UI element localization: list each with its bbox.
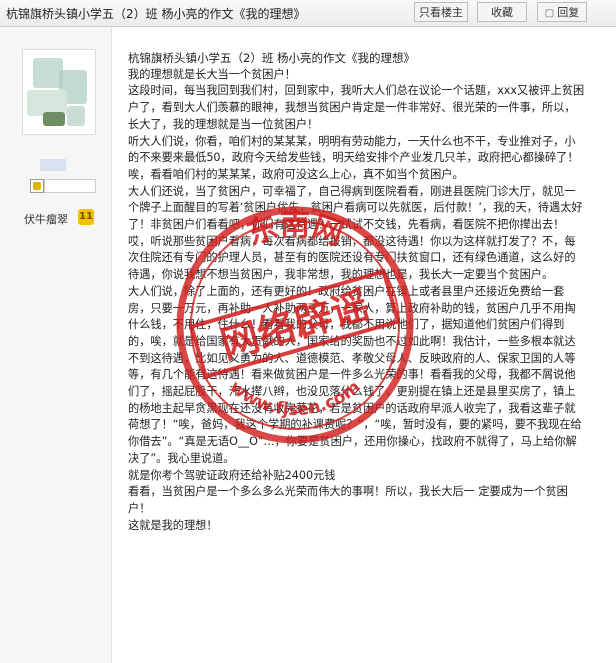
reply-icon: ▢ xyxy=(544,8,555,19)
only-author-button[interactable]: 只看楼主 xyxy=(414,2,468,22)
post-paragraph: 看看，当贫困户是一个多么多么光荣而伟大的事啊！所以，我长大后一 定要成为一个贫困… xyxy=(128,485,568,515)
reply-label: 回复 xyxy=(557,6,580,19)
user-title: 伏牛瘤翠 xyxy=(24,213,68,226)
level-badge: 11 xyxy=(78,209,94,225)
post-paragraph: 大人们还说，当了贫困户，可幸福了，自己得病到医院看看，刚进县医院门诊大厅，就见一… xyxy=(128,184,583,282)
post-content: 杭锦旗桥头镇小学五（2）班 杨小亮的作文《我的理想》 我的理想就是长大当一个贫困… xyxy=(128,50,586,534)
username-blurred[interactable] xyxy=(40,159,66,171)
reply-button[interactable]: ▢ 回复 xyxy=(537,2,587,22)
post-header-bar: 杭锦旗桥头镇小学五（2）班 杨小亮的作文《我的理想》 只看楼主 收藏 ▢ 回复 xyxy=(0,0,616,27)
post-paragraph: 这就是我的理想！ xyxy=(128,518,218,532)
level-bar xyxy=(44,179,96,193)
avatar[interactable] xyxy=(22,49,96,135)
post-paragraph: 大人们说，除了上面的，还有更好的！政府给贫困户在镇上或者县里户还接近免费给一套房… xyxy=(128,284,582,465)
user-sidebar: 伏牛瘤翠 11 xyxy=(0,27,112,663)
post-paragraph: 就是你考个驾驶证政府还给补贴2400元钱 xyxy=(128,468,336,482)
post-paragraph: 我的理想就是长大当一个贫困户！ xyxy=(128,67,296,81)
only-author-label: 只看楼主 xyxy=(419,6,463,19)
post-paragraph: 这段时间，每当我回到我们村，回到家中，我听大人们总在议论一个话题，xxx又被评上… xyxy=(128,84,585,131)
post-subtitle: 杭锦旗桥头镇小学五（2）班 杨小亮的作文《我的理想》 xyxy=(128,51,415,65)
level-icon xyxy=(30,179,44,193)
post-paragraph: 听大人们说，你看，咱们村的某某某，明明有劳动能力，一天什么也不干，专业推对子，小… xyxy=(128,134,579,181)
post-title: 杭锦旗桥头镇小学五（2）班 杨小亮的作文《我的理想》 xyxy=(6,7,306,21)
favorite-button[interactable]: 收藏 xyxy=(477,2,527,22)
favorite-label: 收藏 xyxy=(491,6,513,19)
